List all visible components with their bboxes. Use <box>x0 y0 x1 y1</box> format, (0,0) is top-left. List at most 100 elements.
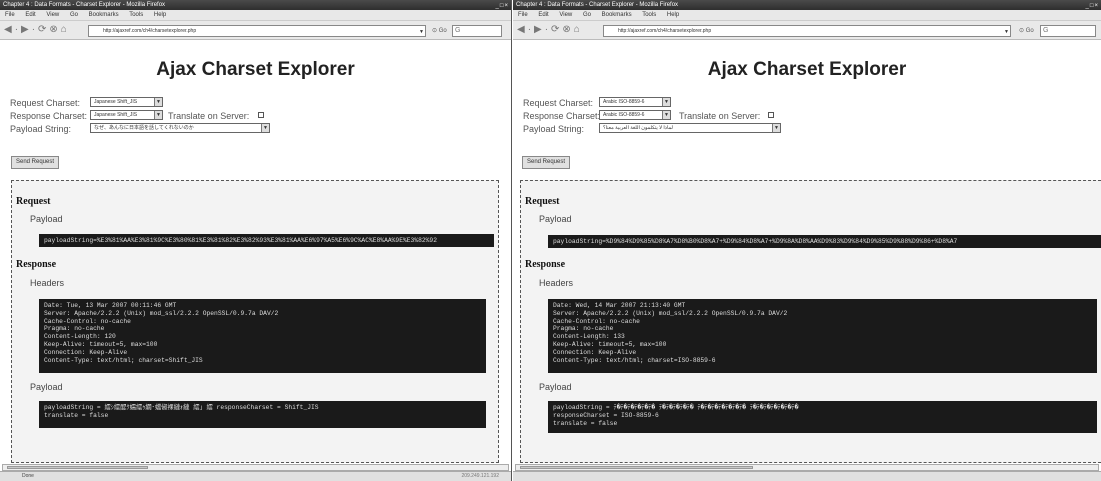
response-payload-label: Payload <box>539 382 572 392</box>
menu-help[interactable]: Help <box>667 12 679 18</box>
payload-string-select[interactable]: なぜ、あんなに日本語を話してくれないのか ▼ <box>90 123 270 133</box>
chevron-down-icon[interactable]: ▼ <box>154 111 162 119</box>
request-charset-select[interactable]: Japanese Shift_JIS ▼ <box>90 97 163 107</box>
window-titlebar: Chapter 4 : Data Formats - Charset Explo… <box>0 0 511 10</box>
address-bar[interactable]: http://ajaxref.com/ch4/charsetexplorer.p… <box>88 25 426 37</box>
headers-label: Headers <box>30 278 65 288</box>
request-payload-label: Payload <box>539 214 572 224</box>
menu-file[interactable]: File <box>518 12 528 18</box>
send-request-button[interactable]: Send Request <box>522 156 571 169</box>
response-charset-label: Response Charset: <box>523 111 601 121</box>
chevron-down-icon[interactable]: ▼ <box>419 27 424 36</box>
payload-string-value: なぜ、あんなに日本語を話してくれないのか <box>94 125 194 131</box>
response-charset-select[interactable]: Arabic ISO-8859-6 ▼ <box>599 110 671 120</box>
payload-string-value: لماذا لا يتكلمون اللغة العربية معنا؟ <box>603 125 673 131</box>
menu-bookmarks[interactable]: Bookmarks <box>89 12 119 18</box>
search-placeholder: G <box>455 27 461 34</box>
response-charset-row: Response Charset: Japanese Shift_JIS ▼ T… <box>0 110 511 122</box>
scrollbar-thumb[interactable] <box>7 466 149 469</box>
nav-buttons[interactable]: ◀·▶·⟳⊗⌂ <box>517 24 583 36</box>
menu-bar: File Edit View Go Bookmarks Tools Help <box>513 10 1101 21</box>
request-charset-value: Japanese Shift_JIS <box>94 99 138 105</box>
chevron-down-icon[interactable]: ▼ <box>261 124 269 132</box>
request-charset-select[interactable]: Arabic ISO-8859-6 ▼ <box>599 97 671 107</box>
nav-buttons[interactable]: ◀·▶·⟳⊗⌂ <box>4 24 70 36</box>
menu-tools[interactable]: Tools <box>642 12 656 18</box>
result-panel: Request Payload payloadString=%E3%81%AA%… <box>11 180 499 463</box>
menu-file[interactable]: File <box>5 12 15 18</box>
request-charset-label: Request Charset: <box>10 98 81 108</box>
go-label: Go <box>438 28 447 34</box>
payload-string-label: Payload String: <box>523 124 585 134</box>
chevron-down-icon[interactable]: ▼ <box>662 98 670 106</box>
address-url: http://ajaxref.com/ch4/charsetexplorer.p… <box>618 28 712 34</box>
payload-string-select[interactable]: لماذا لا يتكلمون اللغة العربية معنا؟ ▼ <box>599 123 781 133</box>
menu-edit[interactable]: Edit <box>25 12 35 18</box>
headers-code: Date: Wed, 14 Mar 2007 21:13:40 GMT Serv… <box>548 299 1097 373</box>
chevron-down-icon[interactable]: ▼ <box>772 124 780 132</box>
page-title: Ajax Charset Explorer <box>707 59 907 80</box>
translate-checkbox[interactable] <box>768 112 774 118</box>
go-button[interactable]: ⊙ Go <box>432 25 447 37</box>
menu-tools[interactable]: Tools <box>129 12 143 18</box>
payload-string-label: Payload String: <box>10 124 72 134</box>
menu-help[interactable]: Help <box>154 12 166 18</box>
chevron-down-icon[interactable]: ▼ <box>1004 27 1009 36</box>
response-payload-label: Payload <box>30 382 63 392</box>
menu-view[interactable]: View <box>559 12 572 18</box>
headers-code: Date: Tue, 13 Mar 2007 00:11:46 GMT Serv… <box>39 299 486 373</box>
request-heading: Request <box>525 196 560 207</box>
response-payload-code: payloadString = ﾃ�ﾃ�ﾃ�ﾃ�ﾃ�ﾃ� ﾃ�ﾃ�ﾃ�ﾃ�ﾃ� … <box>548 401 1097 433</box>
response-heading: Response <box>16 259 57 270</box>
menu-go[interactable]: Go <box>70 12 78 18</box>
window-controls[interactable]: _□× <box>1086 1 1099 11</box>
translate-label: Translate on Server: <box>679 111 761 121</box>
chevron-down-icon[interactable]: ▼ <box>154 98 162 106</box>
translate-checkbox[interactable] <box>258 112 264 118</box>
search-placeholder: G <box>1043 27 1049 34</box>
horizontal-scrollbar[interactable] <box>515 464 1099 471</box>
window-title: Chapter 4 : Data Formats - Charset Explo… <box>3 2 166 8</box>
menu-view[interactable]: View <box>46 12 59 18</box>
menu-bookmarks[interactable]: Bookmarks <box>602 12 632 18</box>
request-heading: Request <box>16 196 51 207</box>
chevron-down-icon[interactable]: ▼ <box>662 111 670 119</box>
navigation-toolbar: ◀·▶·⟳⊗⌂ http://ajaxref.com/ch4/charsetex… <box>0 21 511 40</box>
headers-label: Headers <box>539 278 574 288</box>
menu-edit[interactable]: Edit <box>538 12 548 18</box>
window-titlebar: Chapter 4 : Data Formats - Charset Explo… <box>513 0 1101 10</box>
status-ip: 209.249.121.192 <box>461 473 499 479</box>
browser-window-right: Chapter 4 : Data Formats - Charset Explo… <box>513 0 1101 481</box>
response-charset-select[interactable]: Japanese Shift_JIS ▼ <box>90 110 163 120</box>
status-bar: Done 209.249.121.192 <box>0 471 511 481</box>
search-input[interactable]: G <box>1040 25 1096 37</box>
response-heading: Response <box>525 259 566 270</box>
address-url: http://ajaxref.com/ch4/charsetexplorer.p… <box>103 28 197 34</box>
go-label: Go <box>1025 28 1034 34</box>
search-input[interactable]: G <box>452 25 502 37</box>
menu-go[interactable]: Go <box>583 12 591 18</box>
send-request-button[interactable]: Send Request <box>11 156 60 169</box>
response-charset-value: Arabic ISO-8859-6 <box>603 112 645 118</box>
page-title: Ajax Charset Explorer <box>156 59 355 80</box>
result-panel: Request Payload payloadString=%D9%84%D9%… <box>520 180 1101 463</box>
page-content: Ajax Charset Explorer Request Charset: J… <box>0 42 511 463</box>
navigation-toolbar: ◀·▶·⟳⊗⌂ http://ajaxref.com/ch4/charsetex… <box>513 21 1101 40</box>
request-charset-value: Arabic ISO-8859-6 <box>603 99 645 105</box>
address-bar[interactable]: http://ajaxref.com/ch4/charsetexplorer.p… <box>603 25 1011 37</box>
response-payload-code: payloadString = 繧ｼ繧醍ｸ蠕繧ｩ繝･蟷俶裸縺ｫ縺 繧｣ 繧 re… <box>39 401 486 428</box>
window-controls[interactable]: _□× <box>496 1 509 11</box>
payload-string-row: Payload String: لماذا لا يتكلمون اللغة ا… <box>513 123 1101 135</box>
scrollbar-thumb[interactable] <box>520 466 753 469</box>
horizontal-scrollbar[interactable] <box>2 464 509 471</box>
browser-window-left: Chapter 4 : Data Formats - Charset Explo… <box>0 0 512 481</box>
go-button[interactable]: ⊙ Go <box>1019 25 1034 37</box>
request-payload-label: Payload <box>30 214 63 224</box>
menu-bar: File Edit View Go Bookmarks Tools Help <box>0 10 511 21</box>
payload-string-row: Payload String: なぜ、あんなに日本語を話してくれないのか ▼ <box>0 123 511 135</box>
status-text: Done <box>22 473 34 479</box>
translate-label: Translate on Server: <box>168 111 250 121</box>
response-charset-label: Response Charset: <box>10 111 88 121</box>
request-charset-row: Request Charset: Japanese Shift_JIS ▼ <box>0 97 511 109</box>
response-charset-row: Response Charset: Arabic ISO-8859-6 ▼ Tr… <box>513 110 1101 122</box>
